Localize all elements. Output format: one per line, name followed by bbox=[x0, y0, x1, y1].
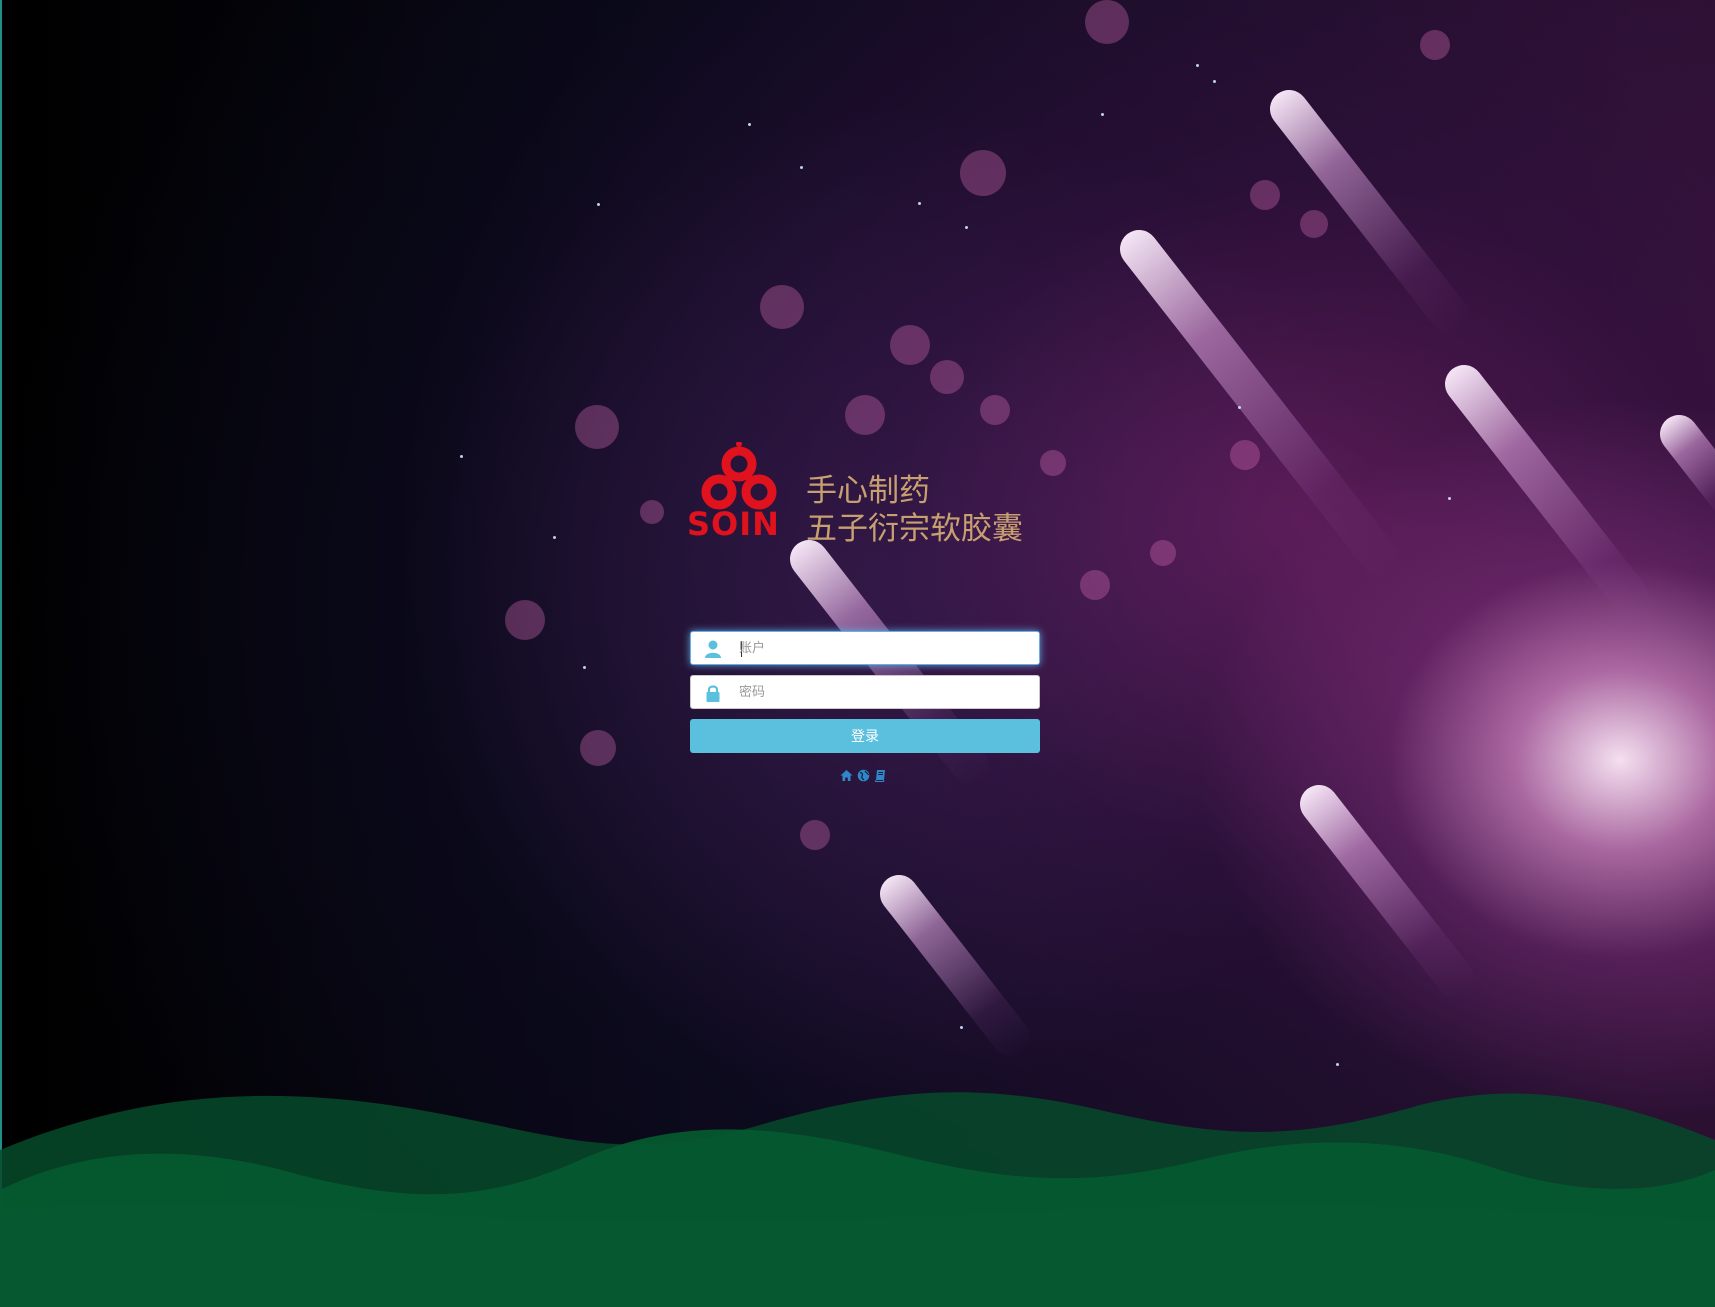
wave-decoration bbox=[0, 1092, 1715, 1307]
account-field[interactable] bbox=[690, 631, 1040, 665]
lock-icon bbox=[706, 685, 720, 702]
logo-wordmark: SOIN bbox=[687, 505, 780, 543]
password-field[interactable] bbox=[690, 675, 1040, 709]
soin-logo-mark bbox=[701, 442, 777, 510]
user-icon bbox=[705, 640, 721, 658]
brand-name: 手心制药 bbox=[806, 473, 930, 509]
login-page: SOIN 手心制药 五子衍宗软胶囊 登录 bbox=[0, 0, 1715, 1307]
login-button[interactable]: 登录 bbox=[690, 719, 1040, 753]
brand-logo: SOIN 手心制药 五子衍宗软胶囊 bbox=[687, 442, 1048, 552]
product-name: 五子衍宗软胶囊 bbox=[806, 511, 1023, 547]
book-icon[interactable] bbox=[874, 767, 887, 782]
globe-icon[interactable] bbox=[857, 767, 870, 781]
home-icon[interactable] bbox=[840, 767, 853, 781]
account-input[interactable] bbox=[739, 636, 1029, 660]
footer-links bbox=[840, 765, 890, 782]
password-input[interactable] bbox=[739, 680, 1029, 704]
